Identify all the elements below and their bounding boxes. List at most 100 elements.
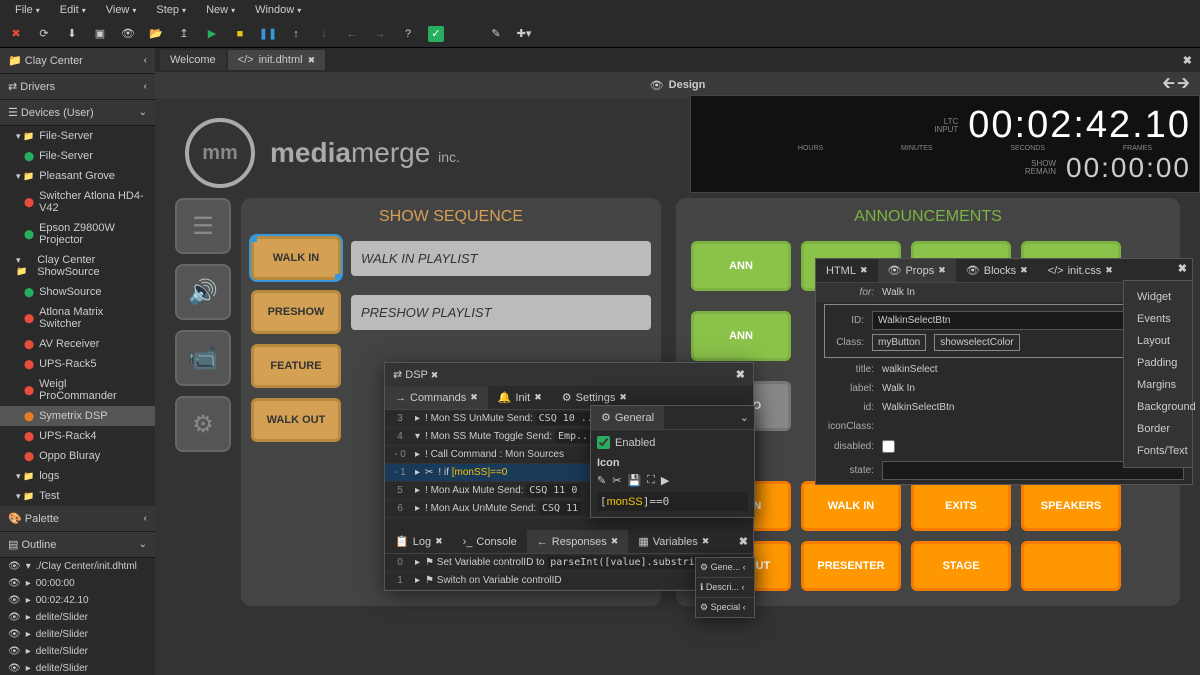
menu-new[interactable]: New <box>196 4 245 16</box>
tab-blocks[interactable]: 👁 Blocks ✖ <box>956 259 1038 282</box>
tree-item[interactable]: ⬤UPS-Rack4 <box>0 426 155 446</box>
props-category[interactable]: Padding <box>1129 352 1187 374</box>
props-category[interactable]: Background <box>1129 396 1187 418</box>
help-icon[interactable]: ? <box>400 26 416 42</box>
tree-item[interactable]: ▾ 📁Clay Center ShowSource <box>0 250 155 282</box>
enabled-checkbox[interactable]: Enabled <box>597 436 748 449</box>
menu-view[interactable]: View <box>96 4 147 16</box>
tab-init[interactable]: 🔔 Init ✖ <box>488 386 552 409</box>
menu-step[interactable]: Step <box>146 4 196 16</box>
props-category[interactable]: Layout <box>1129 330 1187 352</box>
tab-init-css[interactable]: </> init.css ✖ <box>1038 259 1123 282</box>
outline-item[interactable]: 👁▸00:00:00 <box>0 575 155 592</box>
panel-drivers[interactable]: ⇄ Drivers ‹ <box>0 74 155 100</box>
forward-icon[interactable]: → <box>372 26 388 42</box>
save-icon[interactable]: ▣ <box>92 26 108 42</box>
tree-item[interactable]: ⬤File-Server <box>0 146 155 166</box>
expand-icon[interactable]: ⛶ <box>647 474 655 487</box>
props-category[interactable]: Fonts/Text <box>1129 440 1187 462</box>
video-icon-button[interactable]: 📹 <box>175 330 231 386</box>
panel-clay-center[interactable]: 📁 Clay Center ‹ <box>0 48 155 74</box>
edit-icon[interactable]: ✎ <box>488 26 504 42</box>
outline-item[interactable]: 👁▸delite/Slider <box>0 660 155 675</box>
panel-devices[interactable]: ☰ Devices (User) ⌄ <box>0 100 155 126</box>
tab-commands[interactable]: → Commands ✖ <box>385 386 488 409</box>
outline-item[interactable]: 👁▸00:02:42.10 <box>0 592 155 609</box>
tab-responses[interactable]: ← Responses ✖ <box>527 530 629 553</box>
tree-item[interactable]: ⬤UPS-Rack5 <box>0 354 155 374</box>
walk-in-button[interactable]: WALK IN <box>251 236 341 280</box>
props-category[interactable]: Border <box>1129 418 1187 440</box>
tree-item[interactable]: ⬤Oppo Bluray <box>0 446 155 466</box>
props-category[interactable]: Margins <box>1129 374 1187 396</box>
panel-outline[interactable]: ▤ Outline ⌄ <box>0 532 155 558</box>
preshow-button[interactable]: PRESHOW <box>251 290 341 334</box>
check-icon[interactable]: ✓ <box>428 26 444 42</box>
play-icon[interactable]: ▶ <box>204 26 220 42</box>
menu-window[interactable]: Window <box>245 4 311 16</box>
close-icon[interactable]: ✖ <box>8 26 24 42</box>
down-arrow-icon[interactable]: ↓ <box>316 26 332 42</box>
menu-edit[interactable]: Edit <box>50 4 96 16</box>
id-input[interactable] <box>872 311 1137 330</box>
tab-props[interactable]: 👁 Props ✖ <box>878 259 956 282</box>
download-icon[interactable]: ⬇ <box>64 26 80 42</box>
close-icon[interactable]: ✖ <box>1178 262 1187 275</box>
up-arrow-icon[interactable]: ↑ <box>288 26 304 42</box>
presenter-button[interactable]: PRESENTER <box>801 541 901 591</box>
tree-item[interactable]: ▾ 📁File-Server <box>0 126 155 146</box>
tree-item[interactable]: ⬤Atlona Matrix Switcher <box>0 302 155 334</box>
tree-item[interactable]: ▾ 📁Pleasant Grove <box>0 166 155 186</box>
tab-log[interactable]: 📋 Log ✖ <box>385 530 453 553</box>
walk-out-button[interactable]: WALK OUT <box>251 398 341 442</box>
tree-item[interactable]: ⬤Weigl ProCommander <box>0 374 155 406</box>
checkbox[interactable] <box>882 440 895 453</box>
exits-button[interactable]: EXITS <box>911 481 1011 531</box>
props-category[interactable]: Widget <box>1129 286 1187 308</box>
edit-icon[interactable]: ✎ <box>597 474 606 487</box>
tab-general[interactable]: ⚙ General <box>591 406 664 429</box>
close-icon[interactable]: ✖ <box>308 55 316 66</box>
tab-html[interactable]: HTML ✖ <box>816 259 878 282</box>
scissors-icon[interactable]: ✂ <box>612 474 621 487</box>
close-icon[interactable]: ✖ <box>734 530 753 553</box>
side-tab[interactable]: ⚙ Gene... ‹ <box>696 558 754 578</box>
list-icon-button[interactable]: ☰ <box>175 198 231 254</box>
folder-open-icon[interactable]: 📂 <box>148 26 164 42</box>
side-tab[interactable]: ⚙ Special ‹ <box>696 598 754 617</box>
outline-item[interactable]: 👁▸delite/Slider <box>0 626 155 643</box>
settings-icon-button[interactable]: ⚙ <box>175 396 231 452</box>
outline-item[interactable]: 👁▾./Clay Center/init.dhtml <box>0 558 155 575</box>
tree-item[interactable]: ⬤ShowSource <box>0 282 155 302</box>
class-tag[interactable]: myButton <box>872 334 926 351</box>
eye-icon[interactable]: 👁 <box>120 26 136 42</box>
outline-item[interactable]: 👁▸delite/Slider <box>0 643 155 660</box>
stop-icon[interactable]: ■ <box>232 26 248 42</box>
tab-console[interactable]: ›_ Console <box>453 530 527 553</box>
tab-welcome[interactable]: Welcome <box>160 50 226 70</box>
feature-button[interactable]: FEATURE <box>251 344 341 388</box>
tree-item[interactable]: ⬤Symetrix DSP <box>0 406 155 426</box>
announce-button[interactable]: ANN <box>691 241 791 291</box>
save-icon[interactable]: 💾 <box>627 474 641 487</box>
back-icon[interactable]: ← <box>344 26 360 42</box>
stage-button[interactable]: STAGE <box>911 541 1011 591</box>
refresh-icon[interactable]: ⟳ <box>36 26 52 42</box>
tree-item[interactable]: ⬤Epson Z9800W Projector <box>0 218 155 250</box>
panel-palette[interactable]: 🎨 Palette ‹ <box>0 506 155 532</box>
add-icon[interactable]: ✚▾ <box>516 26 532 42</box>
speakers-button[interactable]: SPEAKERS <box>1021 481 1121 531</box>
preshow-field[interactable]: PRESHOW PLAYLIST <box>351 295 651 330</box>
pause-icon[interactable]: ❚❚ <box>260 26 276 42</box>
tab-variables[interactable]: ▦ Variables ✖ <box>628 530 719 553</box>
walk-in-preset-button[interactable]: WALK IN <box>801 481 901 531</box>
audio-icon-button[interactable]: 🔊 <box>175 264 231 320</box>
close-icon[interactable]: ✖ <box>736 368 745 381</box>
side-tab[interactable]: ℹ Descri... ‹ <box>696 578 754 598</box>
play-icon[interactable]: ▶ <box>661 474 669 487</box>
outline-item[interactable]: 👁▸delite/Slider <box>0 609 155 626</box>
tree-item[interactable]: ⬤AV Receiver <box>0 334 155 354</box>
preset-button[interactable] <box>1021 541 1121 591</box>
chevron-down-icon[interactable]: ⌄ <box>735 406 754 429</box>
upload-icon[interactable]: ↥ <box>176 26 192 42</box>
